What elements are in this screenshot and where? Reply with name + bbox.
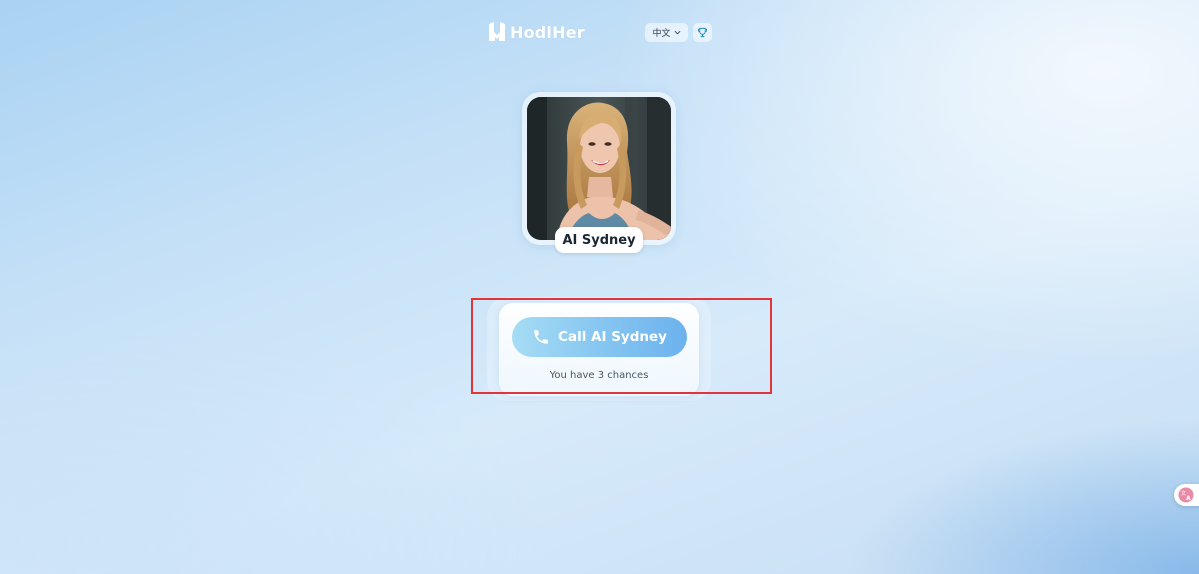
avatar[interactable] xyxy=(527,97,671,240)
chevron-down-icon xyxy=(674,30,680,35)
trophy-icon xyxy=(697,27,708,38)
leaderboard-button[interactable] xyxy=(693,23,712,42)
language-label: 中文 xyxy=(652,29,671,39)
avatar-image xyxy=(527,97,671,240)
brand-logo[interactable]: HodlHer xyxy=(488,22,585,42)
svg-text:A: A xyxy=(1186,495,1191,502)
logo-icon xyxy=(489,22,505,41)
call-button[interactable]: Call AI Sydney xyxy=(512,317,687,357)
phone-icon xyxy=(534,330,548,344)
brand-name: HodlHer xyxy=(510,22,585,42)
call-card: Call AI Sydney You have 3 chances xyxy=(499,303,699,396)
translate-icon: 文 A xyxy=(1178,487,1194,503)
language-selector[interactable]: 中文 xyxy=(645,23,688,42)
profile-name: AI Sydney xyxy=(555,227,643,253)
chances-text: You have 3 chances xyxy=(549,370,649,381)
call-button-label: Call AI Sydney xyxy=(558,329,667,345)
avatar-card xyxy=(522,92,676,245)
translate-widget[interactable]: 文 A xyxy=(1174,484,1199,506)
